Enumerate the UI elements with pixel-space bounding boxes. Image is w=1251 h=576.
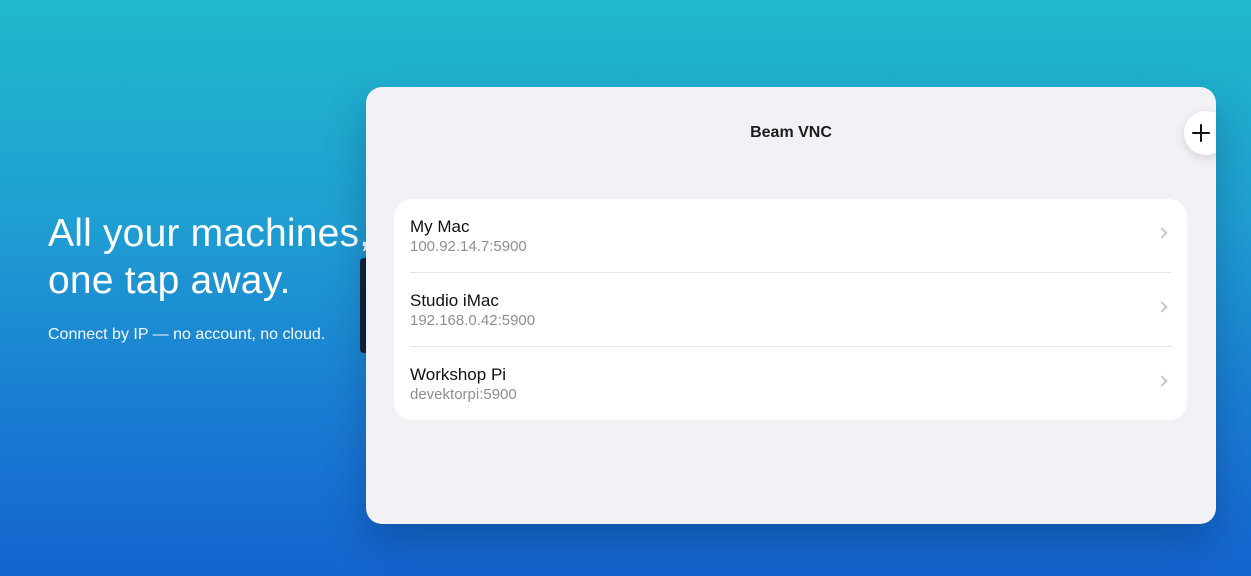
hero-title-line-2: one tap away.	[48, 259, 291, 302]
machine-row-my-mac[interactable]: My Mac 100.92.14.7:5900	[394, 199, 1187, 273]
machine-address: 192.168.0.42:5900	[410, 312, 536, 329]
chevron-right-icon	[1156, 227, 1168, 239]
machine-row-studio-imac[interactable]: Studio iMac 192.168.0.42:5900	[394, 273, 1187, 347]
app-header: Beam VNC	[366, 87, 1216, 177]
marketing-hero: All your machines, one tap away. Connect…	[48, 210, 378, 345]
machine-row-workshop-pi[interactable]: Workshop Pi devektorpi:5900	[394, 347, 1187, 420]
hero-title-line-1: All your machines,	[48, 212, 371, 255]
add-machine-button[interactable]	[1184, 111, 1216, 155]
hero-title: All your machines, one tap away.	[48, 210, 378, 304]
machine-name: Workshop Pi	[410, 365, 507, 384]
machine-list: My Mac 100.92.14.7:5900 Studio iMac 192.…	[394, 199, 1187, 420]
hero-subtitle: Connect by IP — no account, no cloud.	[48, 326, 326, 343]
machine-name: Studio iMac	[410, 291, 499, 310]
chevron-right-icon	[1156, 301, 1168, 313]
plus-icon	[1192, 124, 1210, 142]
app-window: Beam VNC My Mac 100.92.14.7:5900 Studio …	[366, 87, 1216, 524]
machine-name: My Mac	[410, 217, 470, 236]
chevron-right-icon	[1156, 375, 1168, 387]
machine-address: 100.92.14.7:5900	[410, 238, 527, 255]
machine-address: devektorpi:5900	[410, 386, 517, 403]
app-title: Beam VNC	[750, 124, 832, 141]
